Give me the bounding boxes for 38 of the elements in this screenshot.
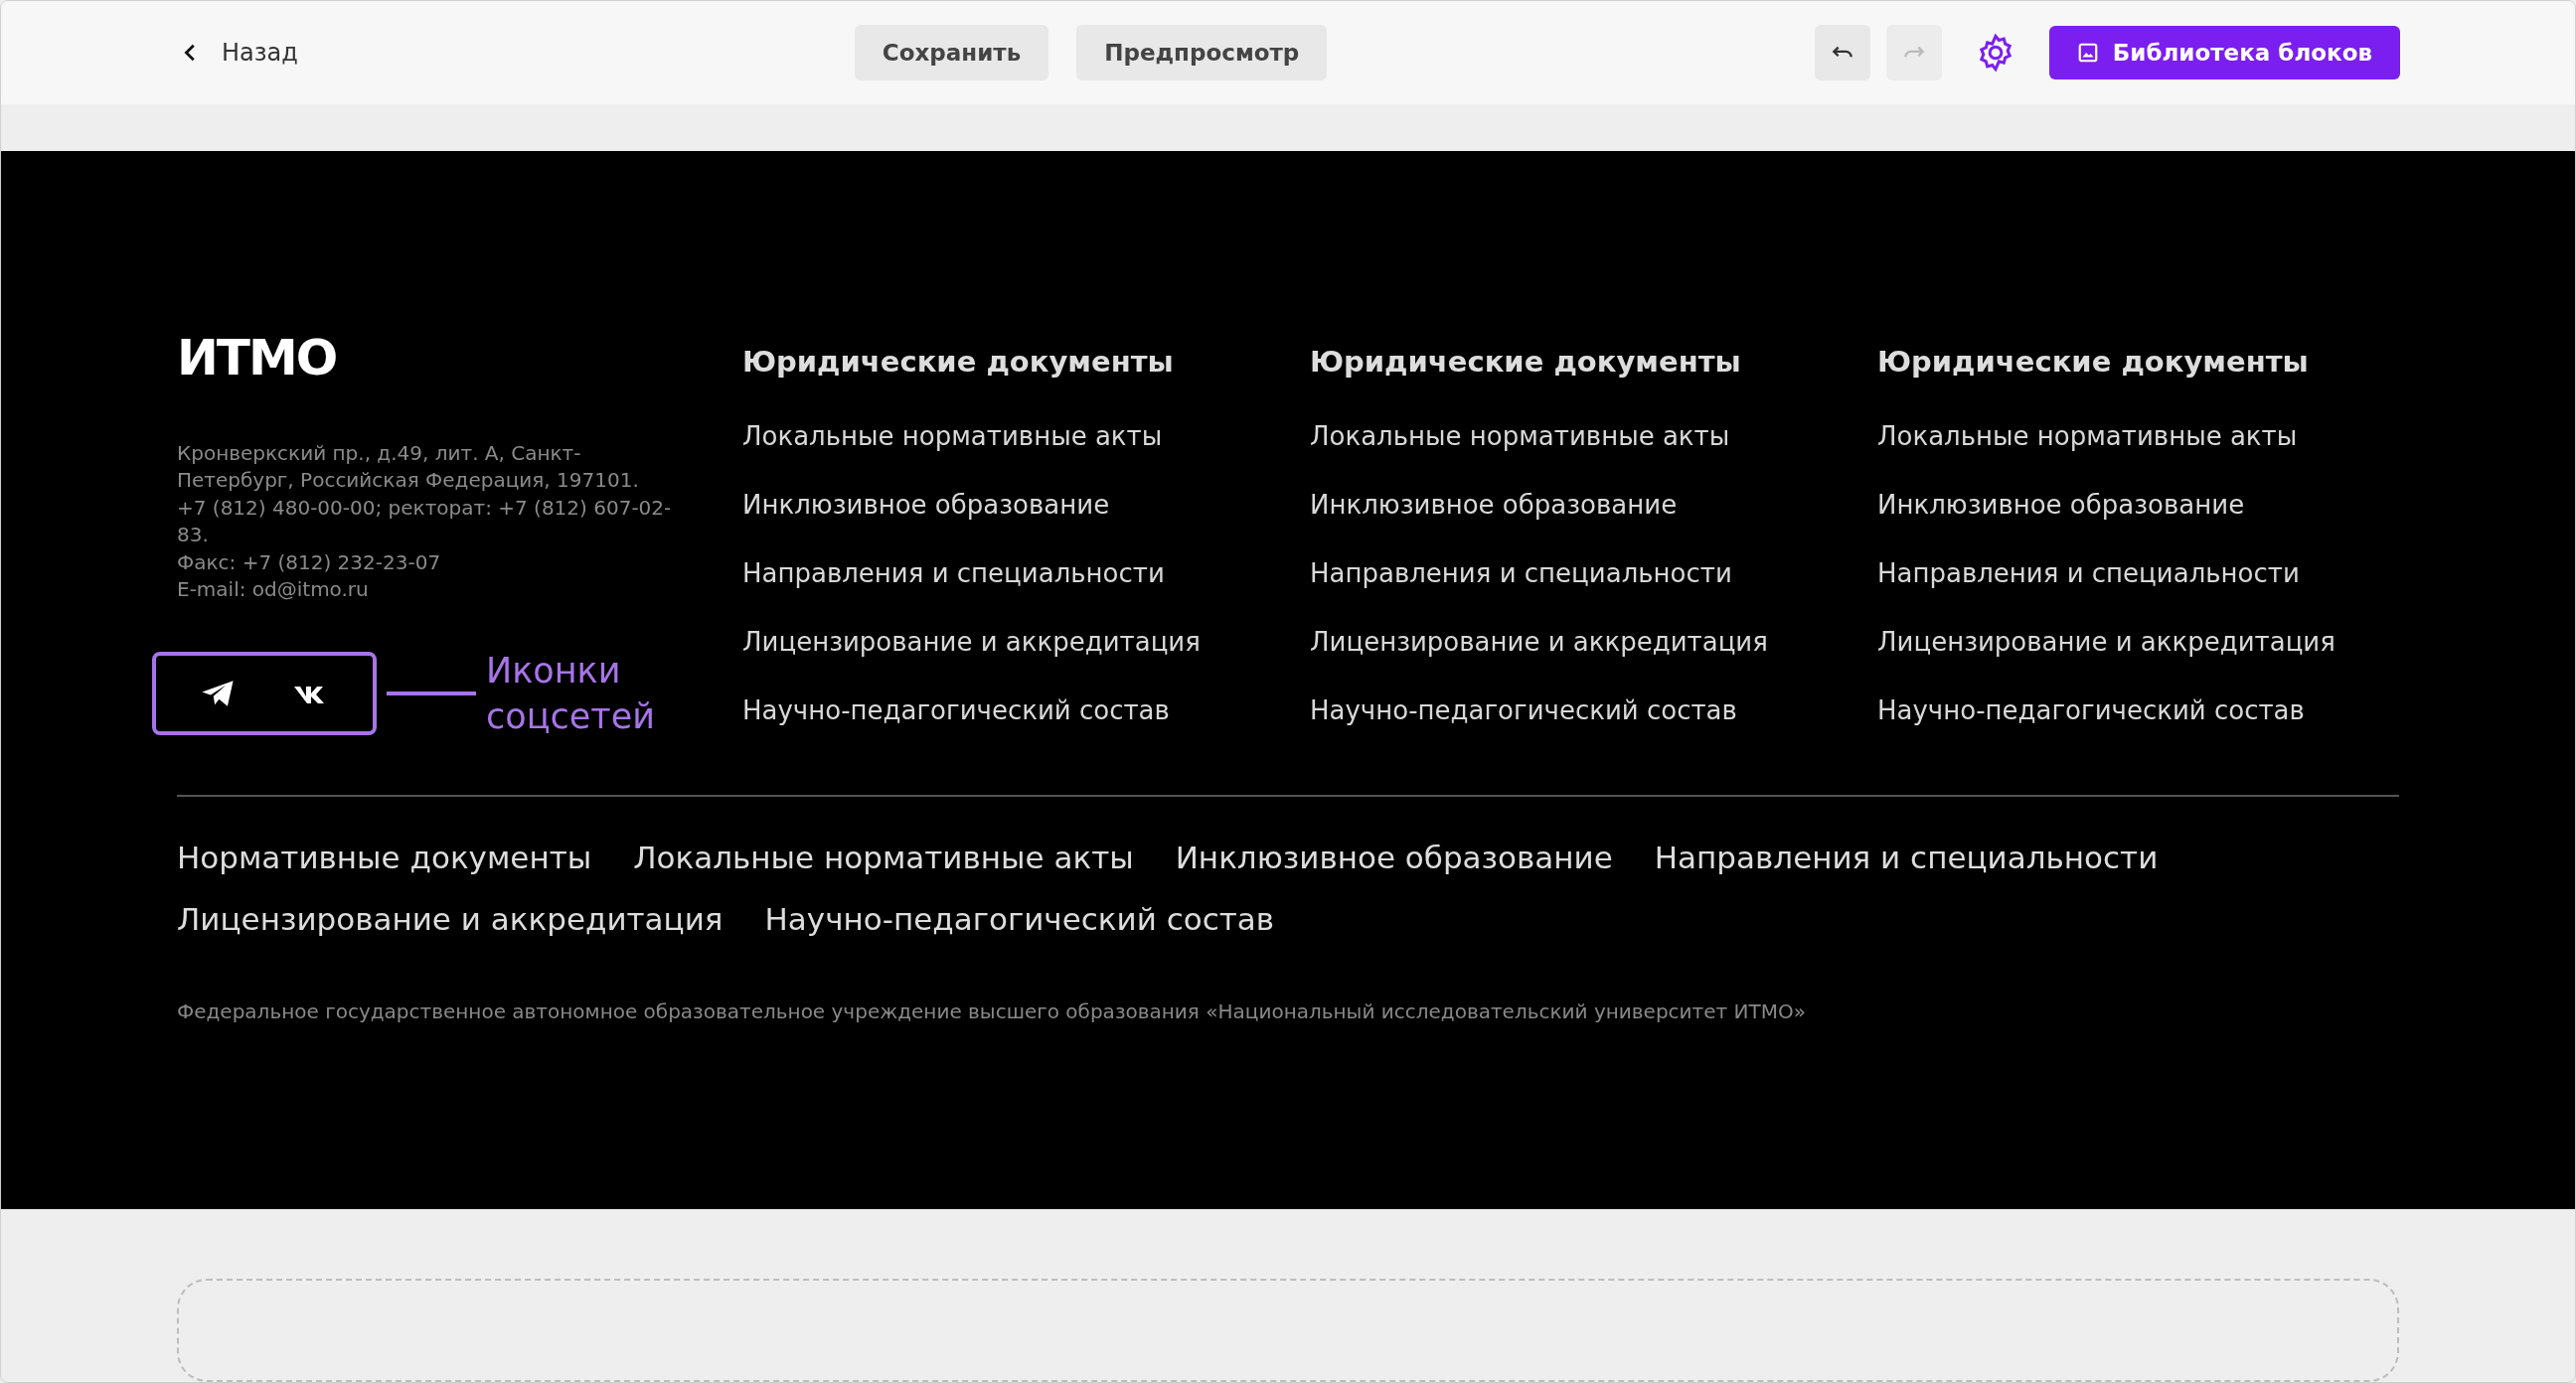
bottom-link[interactable]: Локальные нормативные акты (633, 827, 1134, 888)
footer-link[interactable]: Лицензирование и аккредитация (742, 608, 1310, 677)
footer-link[interactable]: Локальные нормативные акты (1877, 402, 2445, 471)
bottom-link[interactable]: Нормативные документы (177, 827, 592, 888)
footer-link[interactable]: Локальные нормативные акты (1310, 402, 1877, 471)
preview-button[interactable]: Предпросмотр (1076, 24, 1328, 80)
back-button[interactable]: Назад (180, 38, 298, 67)
footer-link[interactable]: Направления и специальности (1310, 539, 1877, 608)
footer-link[interactable]: Инклюзивное образование (1877, 471, 2445, 539)
footer-link[interactable]: Научно-педагогический состав (1310, 677, 1877, 745)
column-heading: Юридические документы (742, 345, 1175, 379)
footer-link[interactable]: Научно-педагогический состав (742, 677, 1310, 745)
address-text: Факс: +7 (812) 232-23-07 (177, 549, 442, 576)
address-text: +7 (812) 480-00-00; ректорат: +7 (812) 607-02-83. (177, 495, 673, 549)
footer-link[interactable]: Направления и специальности (1877, 539, 2445, 608)
logo: ИТМО (177, 333, 338, 383)
footer-link[interactable]: Инклюзивное образование (1310, 471, 1877, 539)
footer-link[interactable]: Направления и специальности (742, 539, 1310, 608)
footer-link[interactable]: Лицензирование и аккредитация (1310, 608, 1877, 677)
image-icon (2076, 41, 2099, 64)
block-library-button[interactable]: Библиотека блоков (2048, 25, 2400, 79)
footer-link[interactable]: Научно-педагогический состав (1877, 677, 2445, 745)
annotation-label: Иконки соцсетей (486, 650, 656, 738)
bottom-link[interactable]: Инклюзивное образование (1175, 827, 1613, 888)
save-button[interactable]: Сохранить (854, 24, 1049, 80)
telegram-icon[interactable] (201, 679, 235, 708)
footer-link[interactable]: Инклюзивное образование (742, 471, 1310, 539)
bottom-link[interactable]: Лицензирование и аккредитация (177, 888, 724, 950)
bottom-link[interactable]: Научно-педагогический состав (764, 888, 1275, 950)
undo-button[interactable] (1814, 24, 1870, 80)
footer-link[interactable]: Локальные нормативные акты (742, 402, 1310, 471)
column-heading: Юридические документы (1877, 345, 2310, 379)
footer-link[interactable]: Лицензирование и аккредитация (1877, 608, 2445, 677)
address-text: E-mail: od@itmo.ru (177, 576, 370, 604)
bottom-link[interactable]: Направления и специальности (1654, 827, 2159, 888)
column-heading: Юридические документы (1310, 345, 1742, 379)
address-text: Кронверкский пр., д.49, лит. А, Санкт-Петербург, Российская Федерация, 197101. (177, 440, 640, 495)
legal-text: Федеральное государственное автономное образовательное учреждение высшего образования «Национальный исследовательский университет ИТМО» (177, 999, 1807, 1023)
